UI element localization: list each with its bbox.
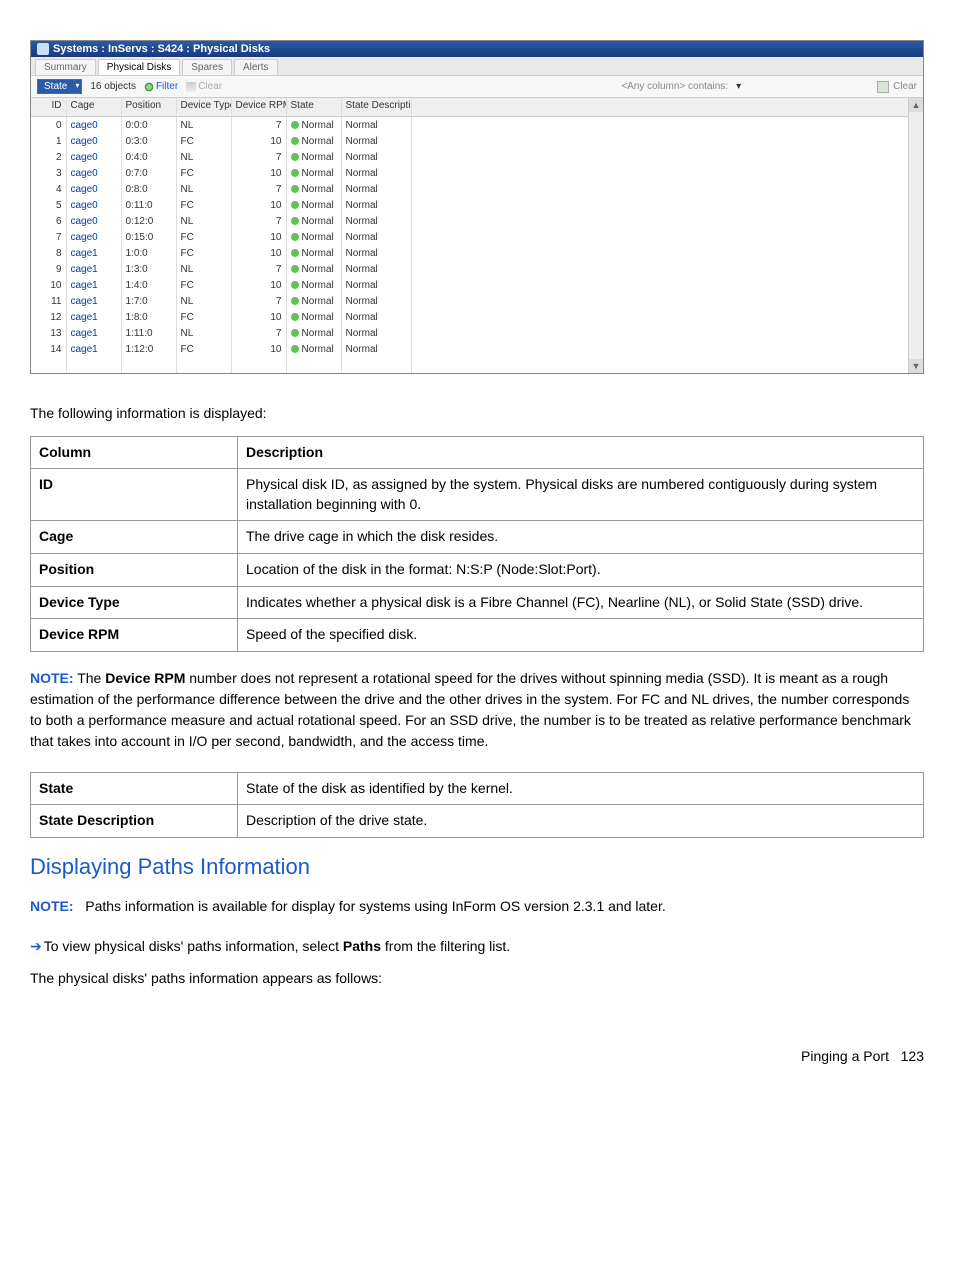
filter-icon <box>144 82 154 92</box>
app-panel: Systems : InServs : S424 : Physical Disk… <box>30 40 924 374</box>
cage-link[interactable]: cage0 <box>71 200 98 211</box>
status-ok-icon <box>291 137 299 145</box>
cage-link[interactable]: cage0 <box>71 168 98 179</box>
data-grid: IDCagePositionDevice TypeDevice RPM (K)S… <box>31 98 923 373</box>
table-row[interactable]: 0cage00:0:0NL7NormalNormal <box>31 117 923 134</box>
status-ok-icon <box>291 185 299 193</box>
page-footer: Pinging a Port 123 <box>30 1048 924 1064</box>
desc-row: Device TypeIndicates whether a physical … <box>31 586 924 619</box>
scroll-up-icon[interactable]: ▲ <box>909 98 923 112</box>
table-row[interactable]: 5cage00:11:0FC10NormalNormal <box>31 197 923 213</box>
app-tabs: SummaryPhysical DisksSparesAlerts <box>31 57 923 76</box>
column-header[interactable]: State Description <box>341 98 411 117</box>
cage-link[interactable]: cage1 <box>71 280 98 291</box>
cage-link[interactable]: cage0 <box>71 120 98 131</box>
tab-alerts[interactable]: Alerts <box>234 59 278 75</box>
step-text: ➔To view physical disks' paths informati… <box>30 937 924 957</box>
clear-icon <box>186 82 196 92</box>
column-header[interactable]: Device RPM (K) <box>231 98 286 117</box>
status-ok-icon <box>291 281 299 289</box>
tab-physical-disks[interactable]: Physical Disks <box>98 59 180 75</box>
table-row[interactable]: 6cage00:12:0NL7NormalNormal <box>31 213 923 229</box>
cage-link[interactable]: cage0 <box>71 216 98 227</box>
table-row[interactable]: 1cage00:3:0FC10NormalNormal <box>31 133 923 149</box>
note-label: NOTE: <box>30 898 74 914</box>
search-dropdown-icon[interactable]: ▾ <box>736 81 741 92</box>
table-row[interactable]: 13cage11:11:0NL7NormalNormal <box>31 325 923 341</box>
desc-row: PositionLocation of the disk in the form… <box>31 553 924 586</box>
cage-link[interactable]: cage1 <box>71 264 98 275</box>
table-row[interactable]: 4cage00:8:0NL7NormalNormal <box>31 181 923 197</box>
status-ok-icon <box>291 153 299 161</box>
cage-link[interactable]: cage1 <box>71 344 98 355</box>
status-ok-icon <box>291 217 299 225</box>
table-row[interactable]: 12cage11:8:0FC10NormalNormal <box>31 309 923 325</box>
app-icon <box>37 43 49 55</box>
vertical-scrollbar[interactable]: ▲ ▼ <box>908 98 923 373</box>
table-row[interactable]: 11cage11:7:0NL7NormalNormal <box>31 293 923 309</box>
intro-text: The following information is displayed: <box>30 404 924 424</box>
cage-link[interactable]: cage0 <box>71 152 98 163</box>
note-paths: NOTE: Paths information is available for… <box>30 896 924 917</box>
table-row[interactable]: 8cage11:0:0FC10NormalNormal <box>31 245 923 261</box>
column-header[interactable]: ID <box>31 98 66 117</box>
th-column: Column <box>31 436 238 469</box>
table-row[interactable]: 9cage11:3:0NL7NormalNormal <box>31 261 923 277</box>
status-ok-icon <box>291 201 299 209</box>
column-header[interactable]: Cage <box>66 98 121 117</box>
status-ok-icon <box>291 297 299 305</box>
desc-row: IDPhysical disk ID, as assigned by the s… <box>31 469 924 521</box>
cage-link[interactable]: cage1 <box>71 312 98 323</box>
object-count: 16 objects <box>90 81 136 92</box>
column-header[interactable]: State <box>286 98 341 117</box>
tab-summary[interactable]: Summary <box>35 59 96 75</box>
search-label[interactable]: <Any column> contains: <box>621 81 728 92</box>
filter-button[interactable]: Filter <box>144 81 178 92</box>
table-row[interactable]: 3cage00:7:0FC10NormalNormal <box>31 165 923 181</box>
cage-link[interactable]: cage1 <box>71 328 98 339</box>
status-ok-icon <box>291 345 299 353</box>
search-clear-button[interactable]: Clear <box>877 81 917 93</box>
state-filter-select[interactable]: State <box>37 79 82 94</box>
desc-row: StateState of the disk as identified by … <box>31 772 924 805</box>
app-toolbar: State 16 objects Filter Clear <Any colum… <box>31 76 923 98</box>
status-ok-icon <box>291 313 299 321</box>
status-ok-icon <box>291 265 299 273</box>
desc-row: CageThe drive cage in which the disk res… <box>31 521 924 554</box>
cage-link[interactable]: cage1 <box>71 296 98 307</box>
cage-link[interactable]: cage0 <box>71 184 98 195</box>
column-description-table-2: StateState of the disk as identified by … <box>30 772 924 838</box>
app-title: Systems : InServs : S424 : Physical Disk… <box>53 43 270 55</box>
after-step-text: The physical disks' paths information ap… <box>30 969 924 989</box>
table-row[interactable]: 10cage11:4:0FC10NormalNormal <box>31 277 923 293</box>
note-device-rpm: NOTE: The Device RPM number does not rep… <box>30 668 924 752</box>
clear-search-icon <box>877 81 889 93</box>
table-row[interactable]: 14cage11:12:0FC10NormalNormal <box>31 341 923 357</box>
app-titlebar: Systems : InServs : S424 : Physical Disk… <box>31 41 923 57</box>
table-row[interactable]: 2cage00:4:0NL7NormalNormal <box>31 149 923 165</box>
note-label: NOTE: <box>30 670 74 686</box>
status-ok-icon <box>291 121 299 129</box>
desc-row: State DescriptionDescription of the driv… <box>31 805 924 838</box>
status-ok-icon <box>291 329 299 337</box>
scroll-down-icon[interactable]: ▼ <box>909 359 923 373</box>
column-header[interactable]: Device Type <box>176 98 231 117</box>
column-header[interactable]: Position <box>121 98 176 117</box>
section-heading: Displaying Paths Information <box>30 854 924 880</box>
cage-link[interactable]: cage1 <box>71 248 98 259</box>
status-ok-icon <box>291 249 299 257</box>
step-arrow-icon: ➔ <box>30 938 42 954</box>
table-row[interactable]: 7cage00:15:0FC10NormalNormal <box>31 229 923 245</box>
cage-link[interactable]: cage0 <box>71 232 98 243</box>
th-description: Description <box>238 436 924 469</box>
status-ok-icon <box>291 169 299 177</box>
column-description-table: Column Description IDPhysical disk ID, a… <box>30 436 924 652</box>
tab-spares[interactable]: Spares <box>182 59 232 75</box>
status-ok-icon <box>291 233 299 241</box>
desc-row: Device RPMSpeed of the specified disk. <box>31 619 924 652</box>
clear-button[interactable]: Clear <box>186 81 222 92</box>
cage-link[interactable]: cage0 <box>71 136 98 147</box>
